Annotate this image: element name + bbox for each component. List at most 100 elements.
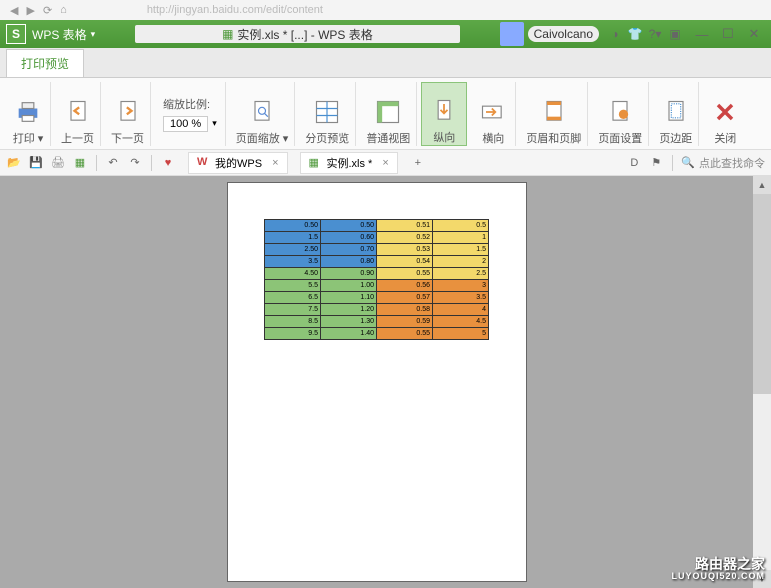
doc-title-text: 实例.xls * [...] - WPS 表格 — [237, 26, 372, 43]
landscape-button[interactable]: 横向 — [471, 82, 516, 146]
prev-page-label: 上一页 — [61, 130, 94, 146]
next-page-icon — [112, 96, 144, 128]
scroll-thumb[interactable] — [753, 194, 771, 394]
feedback-icon[interactable]: ▣ — [667, 26, 683, 42]
close-window-button[interactable]: ✕ — [745, 25, 763, 43]
save-icon[interactable]: 💾 — [28, 155, 44, 171]
margins-button[interactable]: 页边距 — [653, 82, 699, 146]
xls-icon: ▦ — [309, 156, 323, 170]
landscape-icon — [477, 96, 509, 128]
table-cell: 0.56 — [377, 280, 433, 292]
wps-logo-icon[interactable]: S — [6, 24, 26, 44]
header-footer-button[interactable]: 页眉和页脚 — [520, 82, 588, 146]
ribbon: 打印 ▾ 上一页 下一页 缩放比例: 100 % ▾ 页面缩放 ▾ 分页预览 普… — [0, 78, 771, 150]
undo-icon[interactable]: ↶ — [105, 155, 121, 171]
header-footer-icon — [538, 96, 570, 128]
minimize-button[interactable]: — — [693, 25, 711, 43]
search-command[interactable]: 🔍 点此查找命令 — [681, 155, 765, 171]
table-cell: 0.50 — [265, 220, 321, 232]
table-cell: 0.70 — [321, 244, 377, 256]
vertical-scrollbar[interactable]: ▲ ▼ — [753, 176, 771, 588]
tab-print-preview[interactable]: 打印预览 — [6, 49, 84, 77]
margins-icon — [660, 96, 692, 128]
ribbon-tabbar: 打印预览 — [0, 48, 771, 78]
table-cell: 0.57 — [377, 292, 433, 304]
table-cell: 1.30 — [321, 316, 377, 328]
doc-icon: ▦ — [222, 27, 233, 41]
browser-bar: ◀ ▶ ⟳ ⌂ http://jingyan.baidu.com/edit/co… — [0, 0, 771, 20]
table-cell: 5 — [433, 328, 489, 340]
table-cell: 2.5 — [433, 268, 489, 280]
close-preview-button[interactable]: 关闭 — [703, 82, 747, 146]
zoom-dropdown-icon[interactable]: ▾ — [212, 118, 217, 129]
page-break-button[interactable]: 分页预览 — [299, 82, 356, 146]
close-tab-icon[interactable]: × — [272, 157, 278, 169]
address-bar[interactable]: http://jingyan.baidu.com/edit/content — [147, 4, 323, 16]
table-cell: 3 — [433, 280, 489, 292]
margins-label: 页边距 — [659, 130, 692, 146]
header-footer-label: 页眉和页脚 — [526, 130, 581, 146]
prev-page-button[interactable]: 上一页 — [55, 82, 101, 146]
page-setup-button[interactable]: 页面设置 — [592, 82, 649, 146]
normal-view-button[interactable]: 普通视图 — [360, 82, 417, 146]
print-preview-quick-icon[interactable]: ▦ — [72, 155, 88, 171]
favorite-icon[interactable]: ♥ — [160, 155, 176, 171]
file-tab[interactable]: ▦ 实例.xls * × — [300, 152, 398, 174]
table-cell: 0.52 — [377, 232, 433, 244]
search-placeholder: 点此查找命令 — [699, 155, 765, 171]
app-name: WPS 表格 — [32, 26, 87, 43]
table-cell: 2.50 — [265, 244, 321, 256]
table-cell: 1.00 — [321, 280, 377, 292]
page-setup-label: 页面设置 — [598, 130, 642, 146]
close-preview-label: 关闭 — [714, 130, 736, 146]
search-icon: 🔍 — [681, 156, 695, 169]
back-icon[interactable]: ◀ — [10, 4, 18, 17]
help-icon[interactable]: ?▾ — [647, 26, 663, 42]
d-icon[interactable]: D — [626, 155, 642, 171]
print-button[interactable]: 打印 ▾ — [6, 82, 51, 146]
page-setup-icon — [604, 96, 636, 128]
separator — [151, 155, 152, 171]
user-avatar[interactable] — [500, 22, 524, 46]
zoom-value-input[interactable]: 100 % — [163, 116, 208, 132]
table-cell: 1.20 — [321, 304, 377, 316]
table-cell: 3.5 — [265, 256, 321, 268]
redo-icon[interactable]: ↷ — [127, 155, 143, 171]
user-name[interactable]: Caivolcano — [528, 26, 599, 42]
close-tab-icon[interactable]: × — [382, 157, 388, 169]
portrait-label: 纵向 — [433, 129, 455, 145]
add-tab-icon[interactable]: + — [410, 155, 426, 171]
table-cell: 0.59 — [377, 316, 433, 328]
wps-home-icon: W — [197, 156, 211, 170]
portrait-icon — [428, 95, 460, 127]
table-cell: 0.80 — [321, 256, 377, 268]
print-quick-icon[interactable]: 🖨 — [50, 155, 66, 171]
zoom-group: 缩放比例: 100 % ▾ — [155, 82, 226, 146]
table-cell: 5.5 — [265, 280, 321, 292]
scroll-up-icon[interactable]: ▲ — [753, 176, 771, 194]
maximize-button[interactable]: ☐ — [719, 25, 737, 43]
skin-icon[interactable]: ◑ — [607, 26, 623, 42]
flag-icon[interactable]: ⚑ — [648, 155, 664, 171]
separator — [96, 155, 97, 171]
page-break-label: 分页预览 — [305, 130, 349, 146]
normal-view-icon — [372, 96, 404, 128]
forward-icon: ▶ — [26, 4, 34, 17]
watermark-main: 路由器之家 — [671, 557, 765, 572]
quick-access-bar: 📂 💾 🖨 ▦ ↶ ↷ ♥ W 我的WPS × ▦ 实例.xls * × + D… — [0, 150, 771, 176]
table-cell: 0.90 — [321, 268, 377, 280]
preview-area: 0.500.500.510.51.50.600.5212.500.700.531… — [0, 176, 753, 588]
reload-icon[interactable]: ⟳ — [43, 4, 52, 17]
dropdown-icon[interactable]: ▾ — [91, 29, 96, 40]
table-cell: 0.51 — [377, 220, 433, 232]
page-zoom-button[interactable]: 页面缩放 ▾ — [230, 82, 296, 146]
home-icon[interactable]: ⌂ — [60, 4, 67, 16]
shirt-icon[interactable]: 👕 — [627, 26, 643, 42]
table-cell: 2 — [433, 256, 489, 268]
portrait-button[interactable]: 纵向 — [421, 82, 467, 146]
mywps-label: 我的WPS — [215, 155, 262, 171]
next-page-button[interactable]: 下一页 — [105, 82, 151, 146]
mywps-tab[interactable]: W 我的WPS × — [188, 152, 288, 174]
table-cell: 3.5 — [433, 292, 489, 304]
open-icon[interactable]: 📂 — [6, 155, 22, 171]
